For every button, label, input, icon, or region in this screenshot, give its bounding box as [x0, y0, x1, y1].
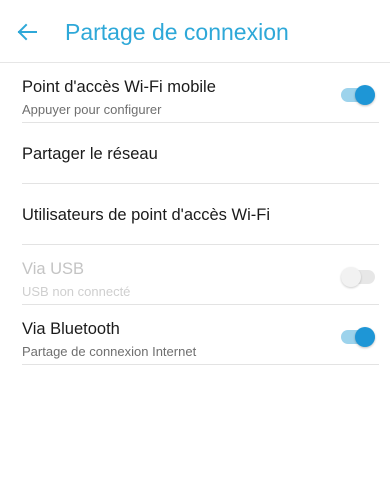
setting-bluetooth-tethering[interactable]: Via Bluetooth Partage de connexion Inter…	[22, 305, 379, 365]
app-bar: Partage de connexion	[0, 0, 390, 63]
setting-title: Via Bluetooth	[22, 320, 120, 338]
setting-share-network[interactable]: Partager le réseau	[22, 123, 379, 184]
page-title: Partage de connexion	[65, 19, 289, 45]
toggle-thumb	[355, 327, 375, 347]
setting-title: Partager le réseau	[22, 145, 158, 163]
setting-summary: USB non connecté	[22, 284, 131, 299]
setting-summary: Partage de connexion Internet	[22, 344, 197, 359]
setting-title: Point d'accès Wi-Fi mobile	[22, 78, 216, 96]
bluetooth-tethering-toggle[interactable]	[341, 327, 375, 347]
arrow-left-icon	[17, 23, 37, 41]
setting-wifi-hotspot[interactable]: Point d'accès Wi-Fi mobile Appuyer pour …	[22, 63, 379, 123]
usb-tethering-toggle	[341, 267, 375, 287]
back-button[interactable]	[12, 17, 42, 47]
setting-usb-tethering: Via USB USB non connecté	[22, 245, 379, 305]
settings-list: Point d'accès Wi-Fi mobile Appuyer pour …	[0, 63, 390, 365]
setting-summary: Appuyer pour configurer	[22, 102, 162, 117]
toggle-thumb	[341, 267, 361, 287]
setting-title: Via USB	[22, 260, 85, 278]
setting-title: Utilisateurs de point d'accès Wi-Fi	[22, 206, 270, 224]
setting-hotspot-users[interactable]: Utilisateurs de point d'accès Wi-Fi	[22, 184, 379, 245]
toggle-thumb	[355, 85, 375, 105]
wifi-hotspot-toggle[interactable]	[341, 85, 375, 105]
